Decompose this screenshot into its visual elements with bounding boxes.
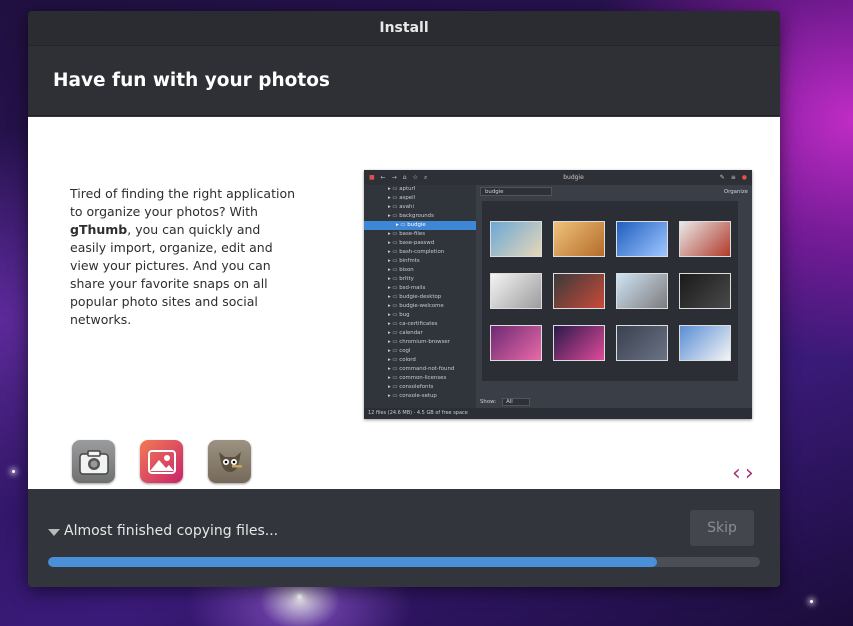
folder-tree-item: ▸ ▭ bug [388,312,410,318]
organize-label: Organize [723,188,748,195]
folder-tree-item: ▸ ▭ console-setup [388,393,437,399]
thumbnail-cell [484,317,547,369]
photo-thumbnail [615,325,668,361]
previous-slide-button[interactable]: ‹ [732,463,741,485]
folder-tree-item: ▸ ▭ calendar [388,330,423,336]
thumbnail-cell [610,265,673,317]
folder-tree-item: ▸ ▭ bash-completion [388,249,445,255]
installer-window: Install Have fun with your photos Tired … [28,11,780,587]
folder-tree-item: ▸ ▭ base-files [388,231,426,237]
expander-arrow-icon[interactable] [48,528,60,536]
menu-icon: ≡ [730,174,736,181]
thumbnail-cell [673,265,736,317]
camera-icon [72,440,115,483]
thumbnail-cell [547,265,610,317]
folder-tree-item: ▸ ▭ apturl [388,186,416,192]
app-name: gThumb [70,222,128,237]
window-title: Install [28,11,780,46]
gthumb-screenshot: ■ ← → ⌂ ☆ ⌕ budgie ✎ ≡ ● ▸ ▭ apturl ▸ ▭ a… [364,170,752,419]
folder-tree-item: ▸ ▭ budgie [364,221,476,230]
folder-tree-item: ▸ ▭ colord [388,357,416,363]
description-text: , you can quickly and easily import, org… [70,222,273,327]
photo-thumbnail [615,273,668,309]
status-text: Almost finished copying files... [64,523,279,539]
app-menu-icon: ■ [369,174,375,181]
folder-tree-item: ▸ ▭ binfmts [388,258,420,264]
folder-tree-item: ▸ ▭ bsd-mailx [388,285,426,291]
app-icons [72,440,251,483]
search-icon: ⌕ [423,173,428,181]
thumbnail-area: budgie Organize Show: All [476,185,752,408]
folder-tree-item: ▸ ▭ brltty [388,276,414,282]
photo-thumbnail [615,221,668,257]
thumbnail-cell [547,213,610,265]
location-bar: budgie Organize [476,185,752,198]
thumbnail-grid [482,201,738,381]
folder-tree: ▸ ▭ apturl ▸ ▭ aspell ▸ ▭ avahi ▸ ▭ backgro… [364,185,476,408]
photo-thumbnail [489,221,542,257]
thumbnail-cell [610,317,673,369]
photo-thumbnail [489,325,542,361]
edit-icon: ✎ [719,174,725,181]
photo-thumbnail [678,221,731,257]
thumbnail-cell [610,213,673,265]
location-field: budgie [480,187,552,196]
next-slide-button[interactable]: › [745,463,754,485]
photo-thumbnail [678,273,731,309]
slide-description: Tired of finding the right application t… [70,185,300,329]
screenshot-toolbar: ■ ← → ⌂ ☆ ⌕ budgie ✎ ≡ ● [364,170,752,185]
folder-tree-item: ▸ ▭ aspell [388,195,416,201]
progress-fill [48,557,657,567]
folder-tree-item: ▸ ▭ chromium-browser [388,339,450,345]
background-sparkle [12,470,15,473]
gimp-icon [208,440,251,483]
home-icon: ⌂ [402,174,407,181]
folder-tree-item: ▸ ▭ ca-certificates [388,321,438,327]
star-icon: ☆ [412,174,418,181]
screenshot-status: 12 files (24.6 MB) · 4.5 GB of free spac… [364,408,752,419]
forward-icon: → [391,174,397,181]
back-icon: ← [380,174,386,181]
screenshot-title: budgie [563,174,584,181]
photos-icon [140,440,183,483]
slide-navigation: ‹ › [732,463,754,485]
photo-thumbnail [552,221,605,257]
folder-tree-item: ▸ ▭ avahi [388,204,414,210]
folder-tree-item: ▸ ▭ bison [388,267,414,273]
folder-tree-item: ▸ ▭ backgrounds [388,213,434,219]
install-progress-bar [48,557,760,567]
thumbnail-cell [484,213,547,265]
photo-thumbnail [489,273,542,309]
folder-tree-item: ▸ ▭ consolefonts [388,384,434,390]
show-value: All [502,397,530,406]
slide-title: Have fun with your photos [28,46,780,116]
photo-thumbnail [678,325,731,361]
folder-tree-item: ▸ ▭ common-licenses [388,375,447,381]
description-text: Tired of finding the right application t… [70,186,296,219]
slideshow-panel: Tired of finding the right application t… [28,117,780,489]
close-icon: ● [741,174,747,181]
photo-thumbnail [552,273,605,309]
folder-tree-item: ▸ ▭ budgie-desktop [388,294,442,300]
thumbnail-cell [484,265,547,317]
install-footer: Almost finished copying files... Skip [28,489,780,587]
background-sparkle [810,600,813,603]
show-label: Show: [480,398,497,405]
photo-thumbnail [552,325,605,361]
folder-tree-item: ▸ ▭ command-not-found [388,366,455,372]
progress-status[interactable]: Almost finished copying files... [48,523,278,539]
folder-tree-item: ▸ ▭ budgie-welcome [388,303,444,309]
thumbnail-cell [673,317,736,369]
thumbnail-cell [547,317,610,369]
folder-tree-item: ▸ ▭ base-passwd [388,240,435,246]
thumbnail-cell [673,213,736,265]
filter-bar: Show: All [476,395,752,408]
folder-tree-item: ▸ ▭ cogl [388,348,411,354]
skip-button[interactable]: Skip [690,510,754,546]
background-sparkle [297,594,302,599]
